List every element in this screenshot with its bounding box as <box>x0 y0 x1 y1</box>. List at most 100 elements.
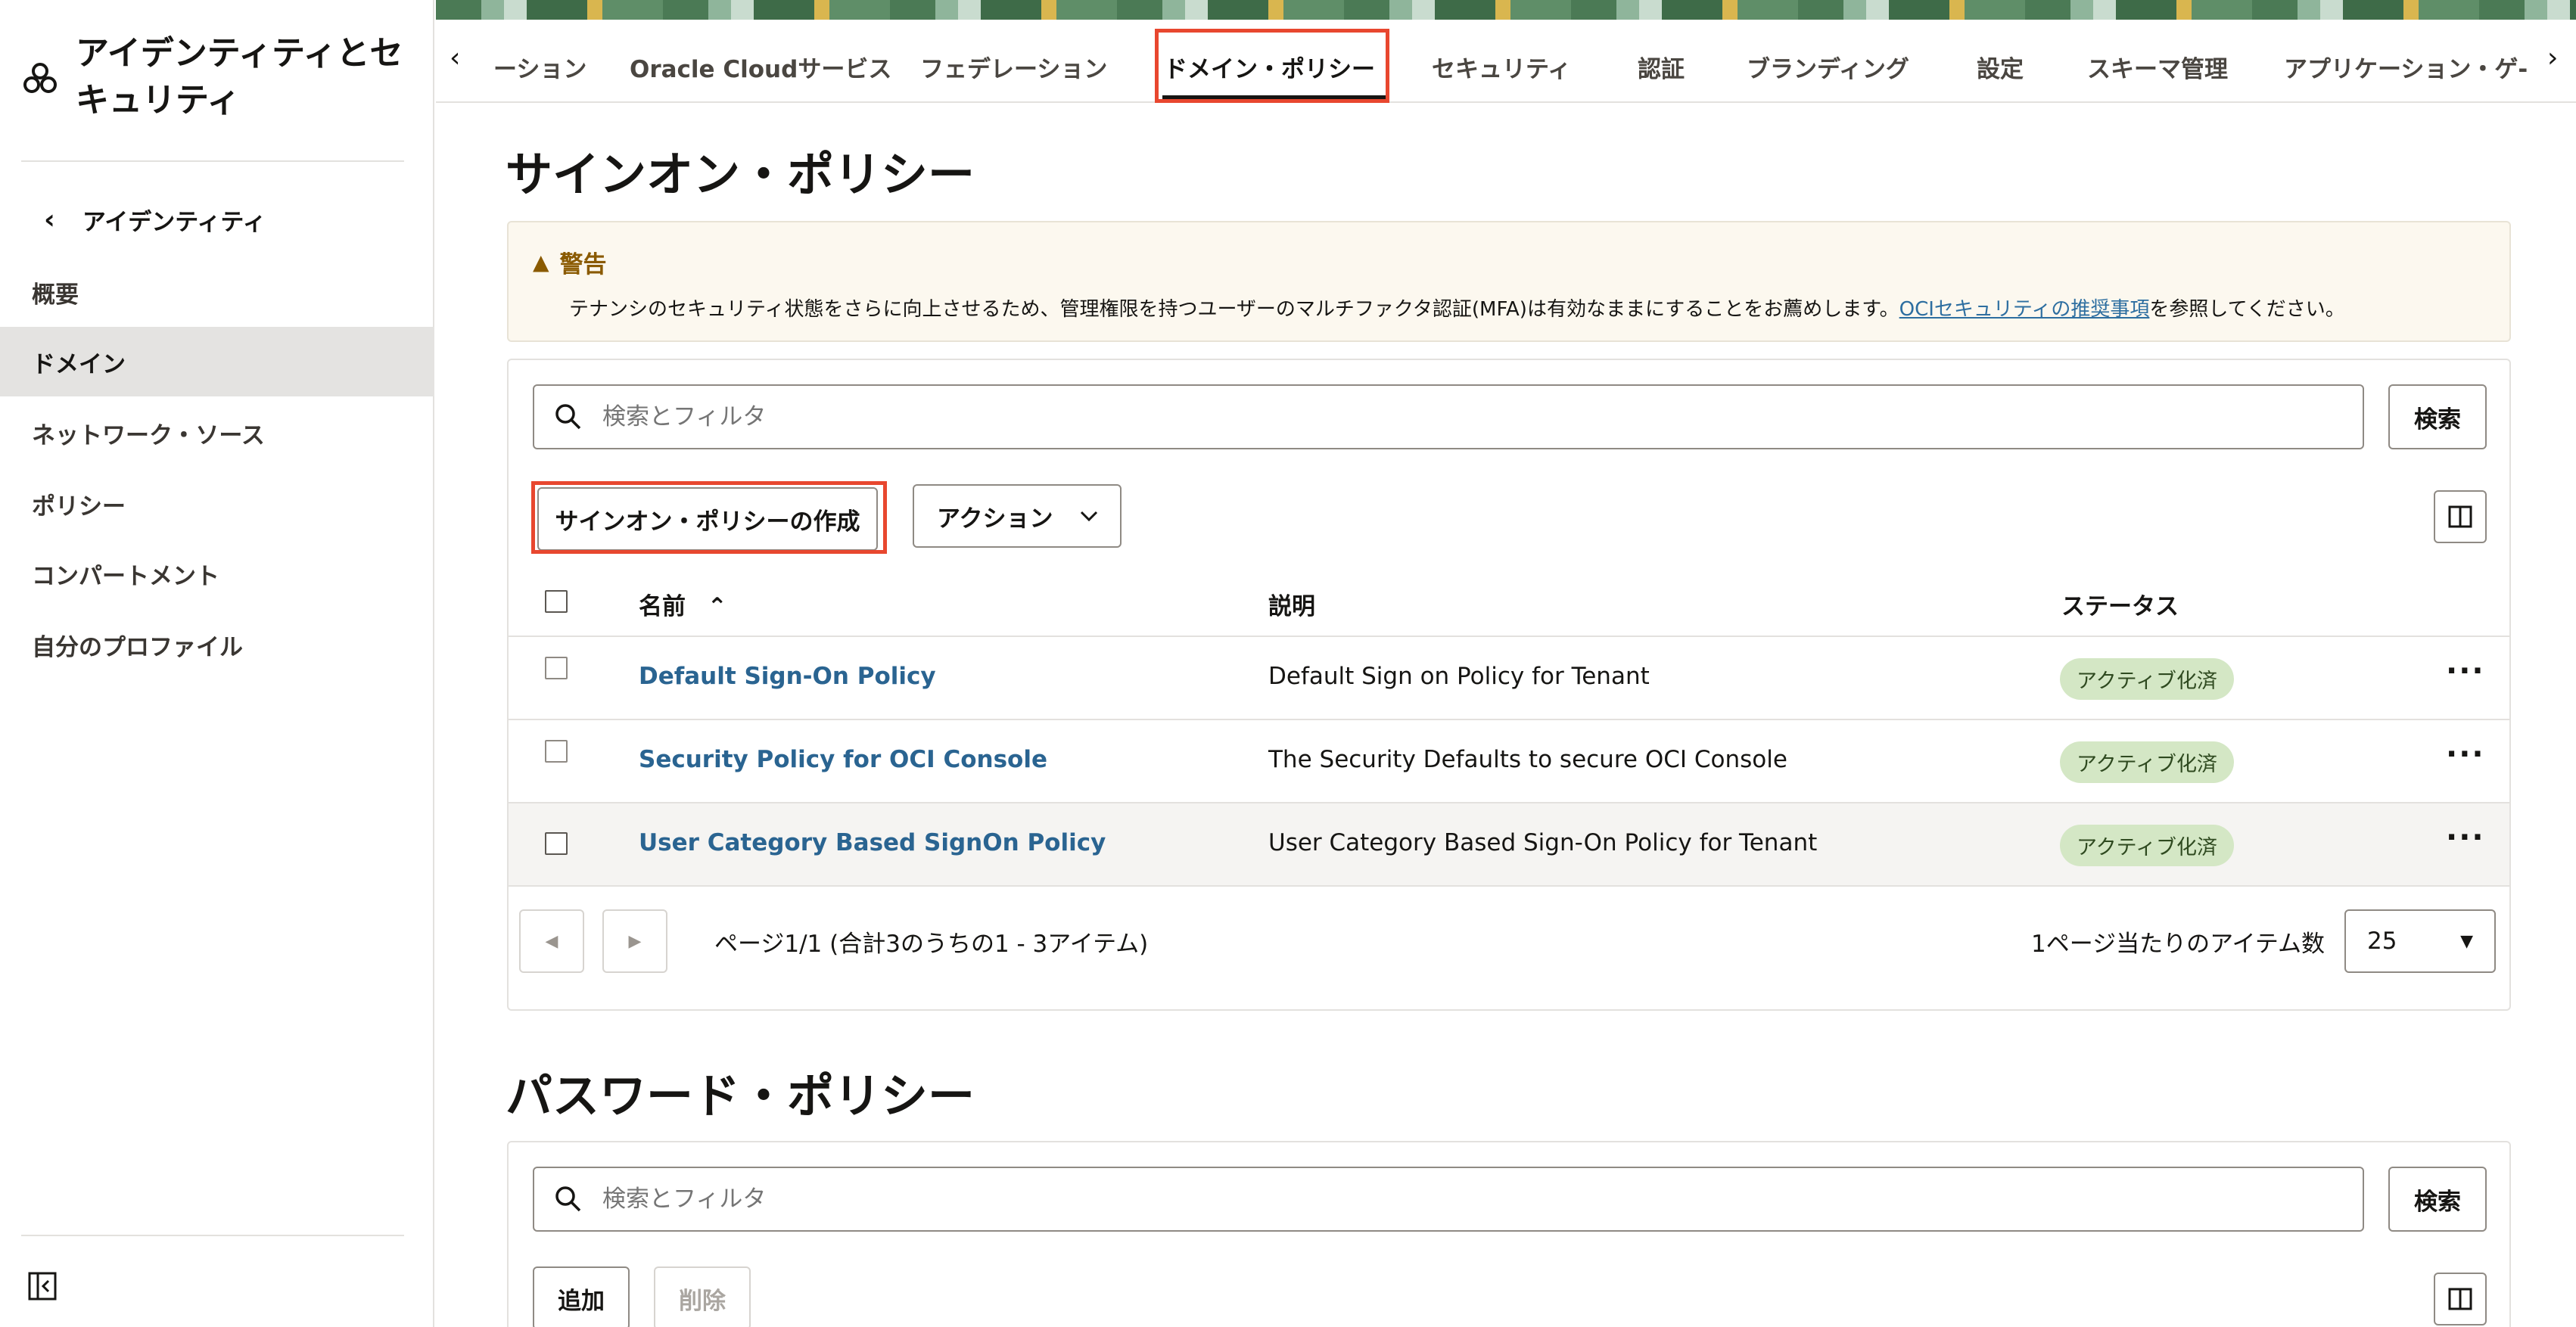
triangle-left-icon: ◀ <box>545 931 558 951</box>
sidebar-item-overview[interactable]: 概要 <box>0 257 434 327</box>
policy-description: Default Sign on Policy for Tenant <box>1268 663 1650 690</box>
identity-logo-icon <box>23 63 57 93</box>
sidebar-item-my-profile[interactable]: 自分のプロファイル <box>0 610 434 679</box>
signon-search-input[interactable] <box>602 403 2267 430</box>
column-header-status: ステータス <box>2061 593 2179 620</box>
delete-password-policy-button[interactable]: 削除 <box>654 1266 751 1327</box>
table-header: 名前 ⌃ 説明 ステータス <box>509 564 2509 637</box>
sidebar-header: アイデンティティとセキュリティ <box>21 30 415 124</box>
header-banner <box>436 0 2576 20</box>
row-checkbox[interactable] <box>545 740 568 763</box>
add-password-policy-button[interactable]: 追加 <box>533 1266 630 1327</box>
warning-title-text: 警告 <box>559 251 607 278</box>
previous-page-button[interactable]: ◀ <box>519 909 584 973</box>
sidebar-divider <box>21 160 404 162</box>
signon-search-field[interactable] <box>533 384 2364 449</box>
password-search-input[interactable] <box>602 1186 2267 1213</box>
sidebar-item-label: ポリシー <box>32 493 126 521</box>
warning-text-after: を参照してください。 <box>2149 298 2345 321</box>
tab-bar: ‹ ーション Oracle Cloudサービス フェデレーション ドメイン・ポリ… <box>436 20 2576 103</box>
tab-oracle-cloud-services[interactable]: Oracle Cloudサービス <box>630 50 891 84</box>
actions-menu-button[interactable]: アクション <box>913 484 1122 548</box>
back-label: アイデンティティ <box>82 209 266 236</box>
columns-icon <box>2448 505 2472 528</box>
sidebar-item-label: 概要 <box>32 281 79 309</box>
tab-settings[interactable]: 設定 <box>1977 50 2024 84</box>
pagination-summary: ページ1/1 (合計3のうちの1 - 3アイテム) <box>714 931 1149 958</box>
password-policy-panel: 検索 追加 削除 <box>507 1141 2511 1327</box>
items-per-page-select[interactable]: 25 ▼ <box>2344 909 2496 973</box>
policy-name-link[interactable]: Security Policy for OCI Console <box>639 746 1047 773</box>
policy-description: User Category Based Sign-On Policy for T… <box>1268 829 1818 856</box>
row-actions-icon[interactable]: ··· <box>2446 820 2485 855</box>
search-icon <box>555 404 581 430</box>
sort-ascending-icon: ⌃ <box>707 593 727 620</box>
warning-title: ▲ 警告 <box>533 245 607 279</box>
tab-scroll-right-icon[interactable]: › <box>2547 42 2558 73</box>
chevron-down-icon <box>1080 511 1098 522</box>
warning-text: テナンシのセキュリティ状態をさらに向上させるため、管理権限を持つユーザーのマルチ… <box>569 294 2345 322</box>
signon-policy-panel: 検索 サインオン・ポリシーの作成 アクション 名前 ⌃ 説明 ステータス Def… <box>507 359 2511 1011</box>
tab-application-gateways[interactable]: アプリケーション・ゲ- <box>2284 50 2528 84</box>
sidebar-item-label: 自分のプロファイル <box>32 633 243 661</box>
table-row: Default Sign-On Policy Default Sign on P… <box>509 637 2509 720</box>
status-badge: アクティブ化済 <box>2060 825 2235 866</box>
tab-federation-partial[interactable]: ーション <box>493 50 586 84</box>
sidebar-item-domains[interactable]: ドメイン <box>0 327 434 396</box>
status-badge: アクティブ化済 <box>2060 658 2235 700</box>
table-row: Security Policy for OCI Console The Secu… <box>509 720 2509 803</box>
actions-label: アクション <box>937 505 1053 533</box>
password-search-button[interactable]: 検索 <box>2388 1167 2487 1232</box>
sidebar-bottom-divider <box>21 1235 404 1236</box>
pagination-bar: ◀ ▶ ページ1/1 (合計3のうちの1 - 3アイテム) 1ページ当たりのアイ… <box>509 887 2509 985</box>
row-checkbox[interactable] <box>545 657 568 679</box>
sidebar-item-label: ネットワーク・ソース <box>32 421 265 449</box>
items-per-page-value: 25 <box>2367 928 2397 955</box>
tab-authentication[interactable]: 認証 <box>1638 50 1685 84</box>
sidebar-item-label: ドメイン <box>32 350 126 378</box>
tab-branding[interactable]: ブランディング <box>1747 50 1909 84</box>
sidebar: アイデンティティとセキュリティ ‹ アイデンティティ 概要 ドメイン ネットワー… <box>0 0 434 1327</box>
items-per-page-label: 1ページ当たりのアイテム数 <box>2031 931 2326 958</box>
password-search-field[interactable] <box>533 1167 2364 1232</box>
sidebar-item-policies[interactable]: ポリシー <box>0 469 434 539</box>
warning-text-before: テナンシのセキュリティ状態をさらに向上させるため、管理権限を持つユーザーのマルチ… <box>569 298 1899 321</box>
tab-federation[interactable]: フェデレーション <box>920 50 1107 84</box>
oci-security-recommendations-link[interactable]: OCIセキュリティの推奨事項 <box>1899 298 2150 321</box>
row-actions-icon[interactable]: ··· <box>2446 737 2485 772</box>
password-policy-heading: パスワード・ポリシー <box>506 1068 975 1123</box>
sidebar-title: アイデンティティとセキュリティ <box>76 34 403 120</box>
password-column-toggle-button[interactable] <box>2434 1273 2487 1325</box>
select-all-checkbox[interactable] <box>545 590 568 613</box>
column-header-name[interactable]: 名前 ⌃ <box>639 587 727 621</box>
columns-icon <box>2448 1288 2472 1310</box>
create-button-highlight-box <box>531 481 887 554</box>
policy-name-link[interactable]: User Category Based SignOn Policy <box>639 829 1106 856</box>
sidebar-item-network-sources[interactable]: ネットワーク・ソース <box>0 398 434 468</box>
chevron-left-icon: ‹ <box>44 204 55 235</box>
policy-name-link[interactable]: Default Sign-On Policy <box>639 663 936 690</box>
warning-message: ▲ 警告 テナンシのセキュリティ状態をさらに向上させるため、管理権限を持つユーザ… <box>507 221 2511 342</box>
tab-scroll-left-icon[interactable]: ‹ <box>450 42 460 73</box>
next-page-button[interactable]: ▶ <box>602 909 667 973</box>
status-badge: アクティブ化済 <box>2060 741 2235 783</box>
column-toggle-button[interactable] <box>2434 490 2487 543</box>
tab-security[interactable]: セキュリティ <box>1432 50 1571 84</box>
triangle-right-icon: ▶ <box>628 931 642 951</box>
signon-policy-heading: サインオン・ポリシー <box>506 147 975 202</box>
sidebar-item-label: コンパートメント <box>32 562 219 590</box>
table-row: User Category Based SignOn Policy User C… <box>509 803 2509 887</box>
column-header-description: 説明 <box>1268 593 1315 620</box>
warning-icon: ▲ <box>533 250 549 275</box>
signon-search-button[interactable]: 検索 <box>2388 384 2487 449</box>
tab-highlight-box <box>1155 29 1389 103</box>
collapse-sidebar-icon[interactable] <box>27 1271 58 1301</box>
policy-description: The Security Defaults to secure OCI Cons… <box>1268 746 1787 773</box>
back-to-identity-link[interactable]: ‹ アイデンティティ <box>44 203 266 237</box>
tab-schema-management[interactable]: スキーマ管理 <box>2087 50 2228 84</box>
caret-down-icon: ▼ <box>2460 931 2473 951</box>
row-checkbox[interactable] <box>545 832 568 855</box>
search-icon <box>555 1186 581 1212</box>
sidebar-item-compartments[interactable]: コンパートメント <box>0 539 434 608</box>
row-actions-icon[interactable]: ··· <box>2446 654 2485 688</box>
